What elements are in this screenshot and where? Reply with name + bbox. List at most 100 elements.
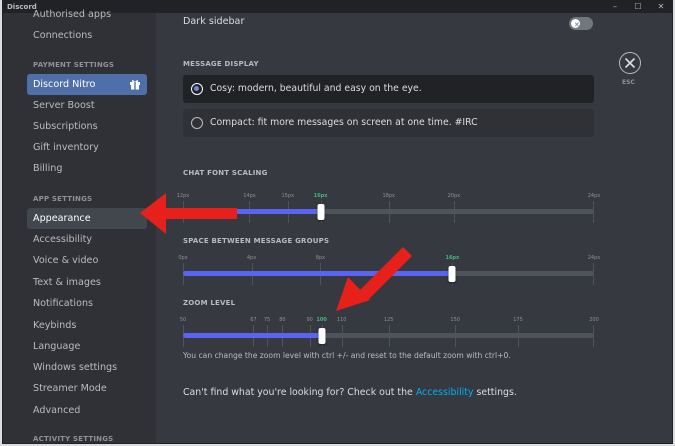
sidebar-item-label: Keybinds <box>33 320 77 331</box>
slider-tick-label: 200 <box>589 317 599 323</box>
sidebar-item-label: Text & images <box>33 277 101 288</box>
sidebar-item-label: Gift inventory <box>33 142 99 153</box>
slider-tick-label: 12px <box>176 193 190 199</box>
sidebar-item-label: Notifications <box>33 298 94 309</box>
slider-tick-label: 50 <box>179 317 187 323</box>
slider-tick-label: 80 <box>279 317 286 323</box>
sidebar-item-keybinds[interactable]: Keybinds <box>27 315 147 336</box>
sidebar-item-label: Accessibility <box>33 234 93 245</box>
sidebar-item-connections[interactable]: Connections <box>27 25 147 46</box>
dark-sidebar-toggle[interactable]: ✕ <box>569 17 593 30</box>
radio-option-label: Compact: fit more messages on screen at … <box>210 117 478 128</box>
sidebar-item-label: Voice & video <box>33 255 99 266</box>
sidebar-item-label: Windows settings <box>33 362 118 373</box>
chat-font-scaling-slider[interactable]: 12px 14px 15px 16px 18px 20px 24px <box>177 193 600 223</box>
slider-tick-mark <box>455 325 457 347</box>
slider-tick-mark <box>341 325 343 347</box>
discord-window: Discord – ☐ ✕ Authorised apps Connection… <box>2 0 673 444</box>
sidebar-item-label: Connections <box>33 30 93 41</box>
slider-tick-label: 90 <box>306 317 313 323</box>
slider-tick-label: 24px <box>587 193 601 199</box>
slider-tick-mark <box>518 325 519 347</box>
slider-tick-mark <box>593 263 594 285</box>
sidebar-item-label: Streamer Mode <box>33 383 107 394</box>
sidebar-item-discord-nitro[interactable]: Discord Nitro <box>27 74 147 95</box>
slider-tick-label: 67 <box>250 317 257 323</box>
slider-tick-label: 100 <box>316 317 327 323</box>
radio-button <box>191 117 203 129</box>
message-group-spacing-slider[interactable]: 0px 4px 8px 16px 24px <box>178 255 600 285</box>
slider-tick-label: 150 <box>450 317 460 323</box>
accessibility-link[interactable]: Accessibility <box>416 387 474 398</box>
slider-handle[interactable] <box>318 328 326 344</box>
sidebar-item-voice-video[interactable]: Voice & video <box>27 250 147 271</box>
close-settings-button[interactable] <box>619 52 641 74</box>
slider-tick-label: 14px <box>243 193 256 199</box>
sidebar-item-billing[interactable]: Billing <box>27 158 147 179</box>
slider-tick-mark <box>593 325 594 347</box>
activity-settings-header: ACTIVITY SETTINGS <box>33 435 114 443</box>
sidebar-item-label: Billing <box>33 163 63 174</box>
slider-tick-label: 75 <box>263 317 271 323</box>
slider-tick-label: 16px <box>445 255 460 261</box>
slider-tick-mark <box>593 201 594 223</box>
slider-fill <box>183 209 321 214</box>
radio-option-compact[interactable]: Compact: fit more messages on screen at … <box>183 109 594 137</box>
appearance-settings-panel: Dark sidebar ✕ MESSAGE DISPLAY Cosy: mod… <box>156 13 672 443</box>
close-icon <box>625 58 635 68</box>
toggle-off-icon: ✕ <box>574 21 580 29</box>
slider-fill <box>183 333 322 338</box>
sidebar-item-label: Appearance <box>33 213 91 224</box>
settings-sidebar: Authorised apps Connections PAYMENT SETT… <box>3 9 156 443</box>
message-group-spacing-header: SPACE BETWEEN MESSAGE GROUPS <box>183 237 330 245</box>
sidebar-item-label: Subscriptions <box>33 121 98 132</box>
maximize-button[interactable]: ☐ <box>627 1 649 13</box>
sidebar-item-appearance[interactable]: Appearance <box>27 208 147 229</box>
accessibility-footer: Can't find what you're looking for? Chec… <box>183 387 517 398</box>
sidebar-item-label: Discord Nitro <box>33 79 96 90</box>
slider-tick-label: 16px <box>313 193 328 199</box>
esc-label: ESC <box>622 79 635 86</box>
sidebar-item-text-images[interactable]: Text & images <box>27 272 147 293</box>
gift-icon <box>130 80 140 90</box>
radio-option-cosy[interactable]: Cosy: modern, beautiful and easy on the … <box>183 75 594 103</box>
slider-tick-label: 110 <box>336 317 347 323</box>
slider-tick-label: 4px <box>246 255 257 261</box>
sidebar-item-label: Language <box>33 341 81 352</box>
zoom-level-hint: You can change the zoom level with ctrl … <box>183 351 511 360</box>
slider-tick-label: 24px <box>587 255 601 261</box>
sidebar-item-label: Authorised apps <box>33 9 112 20</box>
sidebar-item-authorised-apps[interactable]: Authorised apps <box>27 4 147 25</box>
sidebar-item-language[interactable]: Language <box>27 336 147 357</box>
slider-fill <box>183 271 453 276</box>
sidebar-item-streamer-mode[interactable]: Streamer Mode <box>27 378 147 399</box>
slider-tick-mark <box>388 325 390 347</box>
zoom-level-header: ZOOM LEVEL <box>183 299 236 307</box>
close-window-button[interactable]: ✕ <box>650 1 672 13</box>
minimize-button[interactable]: – <box>604 1 626 13</box>
sidebar-item-label: Server Boost <box>33 100 95 111</box>
slider-handle[interactable] <box>317 204 325 220</box>
payment-settings-header: PAYMENT SETTINGS <box>33 61 115 69</box>
slider-tick-label: 8px <box>315 255 326 261</box>
radio-option-label: Cosy: modern, beautiful and easy on the … <box>210 83 422 94</box>
slider-tick-mark <box>388 201 390 223</box>
sidebar-item-windows-settings[interactable]: Windows settings <box>27 357 147 378</box>
slider-tick-label: 18px <box>382 193 395 199</box>
slider-tick-label: 20px <box>447 193 461 199</box>
sidebar-item-server-boost[interactable]: Server Boost <box>27 95 147 116</box>
sidebar-item-label: Advanced <box>33 405 81 416</box>
zoom-level-slider[interactable]: 50 67 75 80 90 100 110 125 150 175 200 <box>179 317 599 347</box>
sidebar-item-advanced[interactable]: Advanced <box>27 400 147 421</box>
radio-button <box>191 83 203 95</box>
sidebar-item-accessibility[interactable]: Accessibility <box>27 229 147 250</box>
slider-tick-label: 175 <box>513 317 523 323</box>
slider-tick-mark <box>453 201 455 223</box>
slider-handle[interactable] <box>448 266 456 282</box>
toggle-knob: ✕ <box>571 19 580 29</box>
sidebar-item-subscriptions[interactable]: Subscriptions <box>27 116 147 137</box>
sidebar-item-gift-inventory[interactable]: Gift inventory <box>27 137 147 158</box>
slider-tick-label: 125 <box>383 317 394 323</box>
sidebar-item-notifications[interactable]: Notifications <box>27 293 147 314</box>
footer-text-before: Can't find what you're looking for? Chec… <box>183 387 416 398</box>
